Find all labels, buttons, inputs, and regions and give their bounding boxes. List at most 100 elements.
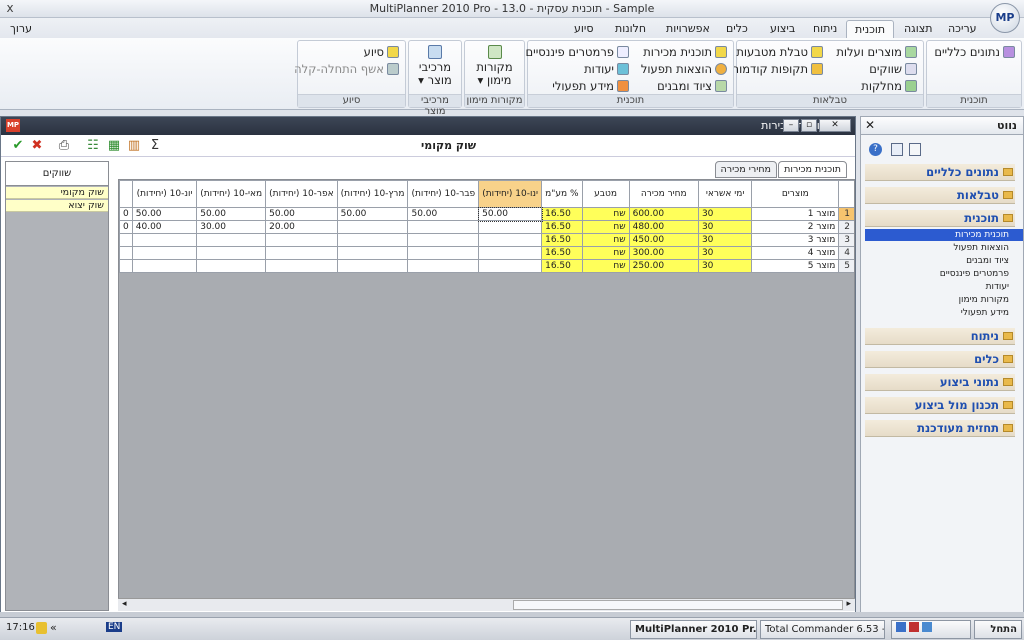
- currency-cell[interactable]: שח: [581, 220, 630, 234]
- month-cell[interactable]: [478, 246, 543, 260]
- ie-icon[interactable]: [896, 622, 906, 632]
- nav-item[interactable]: יעודות: [865, 281, 1023, 293]
- nav-item[interactable]: תוכנית מכירות: [865, 229, 1023, 241]
- col-mar[interactable]: מרץ-10 (יחידות): [336, 180, 409, 208]
- month-cell[interactable]: 50.00: [265, 207, 338, 221]
- departments-button[interactable]: מחלקות: [861, 79, 917, 93]
- col-may[interactable]: מאי-10 (יחידות): [196, 180, 267, 208]
- product-cell[interactable]: מוצר 3: [751, 233, 840, 247]
- product-components-button[interactable]: מרכיבי מוצר ▾: [413, 45, 457, 87]
- month-cell[interactable]: [478, 233, 543, 247]
- minimize-button[interactable]: –: [783, 119, 799, 132]
- save-icon[interactable]: [909, 622, 919, 632]
- credit-days-cell[interactable]: 30: [697, 233, 753, 247]
- month-cell[interactable]: [265, 246, 338, 260]
- horizontal-scrollbar[interactable]: ◂ ▸: [118, 598, 855, 611]
- language-indicator[interactable]: EN: [106, 622, 123, 632]
- tab-view[interactable]: תצוגה: [896, 20, 940, 38]
- month-cell[interactable]: [336, 246, 409, 260]
- product-cell[interactable]: מוצר 2: [751, 220, 840, 234]
- nav-section[interactable]: כלים: [865, 351, 1015, 368]
- month-cell[interactable]: [196, 233, 267, 247]
- previous-periods-button[interactable]: תקופות קודמות: [732, 62, 823, 76]
- cancel-icon[interactable]: ✖: [30, 139, 44, 153]
- credit-days-cell[interactable]: 30: [697, 220, 753, 234]
- col-jan[interactable]: ינו-10 (יחידות): [478, 180, 543, 208]
- nav-section[interactable]: נתוני ביצוע: [865, 374, 1015, 391]
- shield-icon[interactable]: [36, 622, 47, 634]
- easy-start-wizard-button[interactable]: אשף התחלה-קלה: [294, 62, 399, 76]
- help-button[interactable]: סיוע: [364, 45, 399, 59]
- close-button[interactable]: ✕: [819, 119, 851, 132]
- products-cost-button[interactable]: מוצרים ועלות: [836, 45, 917, 59]
- task-total-commander[interactable]: Total Commander 6.53 - ...: [760, 620, 885, 639]
- check-icon[interactable]: ✔: [11, 139, 25, 153]
- sale-price-cell[interactable]: 480.00: [628, 220, 699, 234]
- sale-price-cell[interactable]: 450.00: [628, 233, 699, 247]
- col-currency[interactable]: מטבע: [581, 180, 630, 208]
- nav-section[interactable]: תוכנית: [865, 210, 1015, 227]
- start-button[interactable]: התחל: [974, 620, 1022, 639]
- month-cell[interactable]: [131, 259, 198, 273]
- edit-icon[interactable]: [891, 143, 903, 156]
- currency-cell[interactable]: שח: [581, 233, 630, 247]
- financial-params-button[interactable]: פרמטרים פיננסיים: [526, 45, 629, 59]
- sale-price-cell[interactable]: 600.00: [628, 207, 699, 221]
- credit-days-cell[interactable]: 30: [697, 207, 753, 221]
- month-cell[interactable]: 50.00: [477, 206, 543, 222]
- desktop-icon[interactable]: [922, 622, 932, 632]
- tab-execution[interactable]: ביצוע: [762, 20, 803, 38]
- market-item-export[interactable]: שוק יצוא: [6, 200, 108, 212]
- scroll-thumb[interactable]: [513, 600, 843, 610]
- tab-options[interactable]: אפשרויות: [658, 20, 718, 38]
- month-cell[interactable]: [336, 233, 409, 247]
- nav-item[interactable]: מידע תפעולי: [865, 307, 1023, 319]
- currency-cell[interactable]: שח: [581, 246, 630, 260]
- col-feb[interactable]: פבר-10 (יחידות): [407, 180, 480, 208]
- task-multiplanner[interactable]: MultiPlanner 2010 Pr...: [630, 620, 757, 639]
- month-cell[interactable]: 50.00: [407, 207, 480, 221]
- excel-icon[interactable]: ▦: [107, 139, 121, 153]
- sale-price-cell[interactable]: 250.00: [628, 259, 699, 273]
- tree-icon[interactable]: ☷: [86, 139, 100, 153]
- vat-cell[interactable]: 16.50: [541, 246, 583, 260]
- general-data-button[interactable]: נתונים כלליים: [934, 45, 1015, 59]
- month-cell[interactable]: 50.00: [336, 207, 409, 221]
- month-cell[interactable]: [407, 233, 480, 247]
- currency-table-button[interactable]: טבלת מטבעות: [736, 45, 823, 59]
- nav-section[interactable]: נתונים כלליים: [865, 164, 1015, 181]
- vat-cell[interactable]: 16.50: [541, 233, 583, 247]
- list-icon[interactable]: [909, 143, 921, 156]
- edit-menu[interactable]: ערוך: [2, 20, 40, 38]
- tab-sales-plan[interactable]: תוכנית מכירות: [778, 161, 847, 178]
- vat-cell[interactable]: 16.50: [541, 259, 583, 273]
- sales-plan-button[interactable]: תוכנית מכירות: [643, 45, 727, 59]
- close-icon[interactable]: ✕: [865, 118, 875, 132]
- product-cell[interactable]: מוצר 4: [751, 246, 840, 260]
- credit-days-cell[interactable]: 30: [697, 259, 753, 273]
- month-cell[interactable]: [407, 259, 480, 273]
- currency-cell[interactable]: שח: [581, 207, 630, 221]
- chart-icon[interactable]: ▥: [127, 139, 141, 153]
- vat-cell[interactable]: 16.50: [541, 207, 583, 221]
- tab-sale-prices[interactable]: מחירי מכירה: [714, 161, 777, 178]
- tab-windows[interactable]: חלונות: [607, 20, 654, 38]
- product-cell[interactable]: מוצר 1: [751, 207, 840, 221]
- markets-button[interactable]: שווקים: [869, 62, 917, 76]
- month-cell[interactable]: [407, 220, 480, 234]
- vat-cell[interactable]: 16.50: [541, 220, 583, 234]
- month-cell[interactable]: [336, 259, 409, 273]
- month-cell[interactable]: [196, 259, 267, 273]
- month-cell[interactable]: 50.00: [196, 207, 267, 221]
- nav-section[interactable]: ניתוח: [865, 328, 1015, 345]
- month-cell[interactable]: 30.00: [196, 220, 267, 234]
- month-cell[interactable]: [336, 220, 409, 234]
- nav-item[interactable]: מקורות מימון: [865, 294, 1023, 306]
- allocations-button[interactable]: יעודות: [584, 62, 629, 76]
- tab-plan[interactable]: תוכנית: [846, 20, 895, 38]
- month-cell[interactable]: [265, 233, 338, 247]
- equipment-button[interactable]: ציוד ומבנים: [657, 79, 727, 93]
- col-credit-days[interactable]: ימי אשראי: [697, 180, 753, 208]
- tab-analysis[interactable]: ניתוח: [805, 20, 845, 38]
- scroll-right-icon[interactable]: ▸: [846, 599, 851, 609]
